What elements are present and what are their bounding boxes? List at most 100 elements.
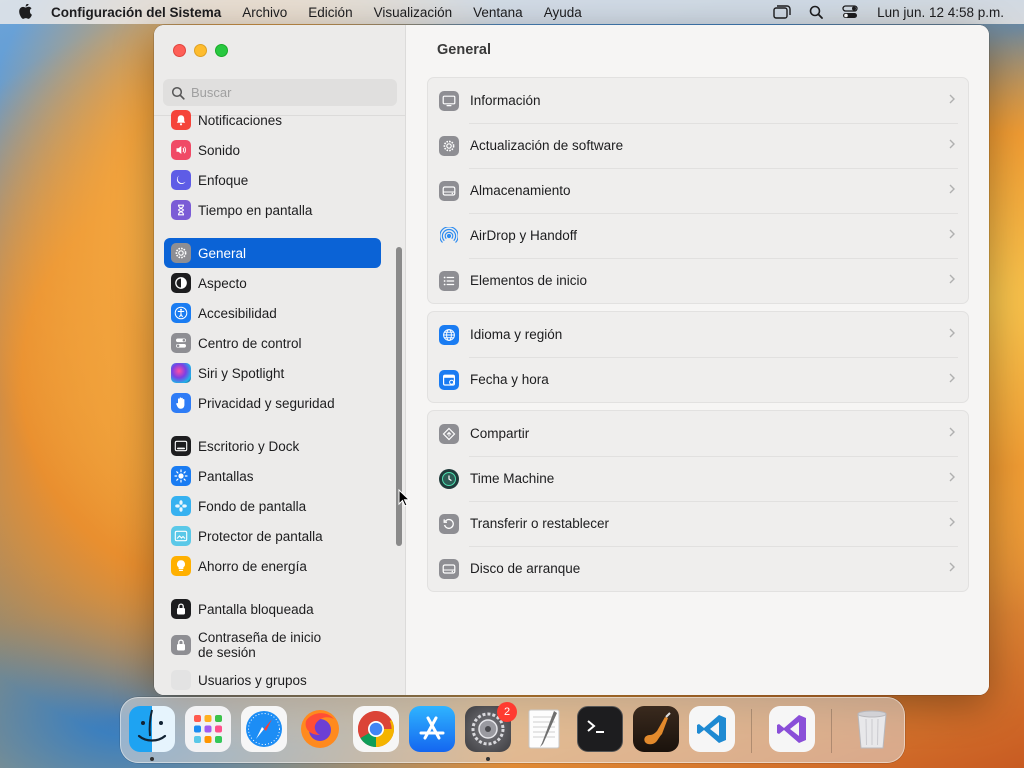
content-pane: General Información Actualización de sof… — [406, 25, 989, 695]
visual-studio-icon[interactable] — [769, 706, 815, 752]
sidebar-item-aspecto[interactable]: Aspecto — [164, 268, 381, 298]
sidebar-item-ahorro-de-energia[interactable]: Ahorro de energía — [164, 551, 381, 581]
close-button[interactable] — [173, 44, 186, 57]
row-transferir-o-restablecer[interactable]: Transferir o restablecer — [428, 501, 968, 546]
notification-badge: 2 — [497, 702, 517, 722]
menu-edicion[interactable]: Edición — [308, 5, 352, 20]
globe-icon — [439, 324, 459, 345]
lock-icon — [171, 599, 191, 619]
list-icon — [439, 270, 459, 291]
siri-icon — [171, 363, 191, 383]
sidebar-item-label-line2: de sesión — [198, 645, 256, 660]
apple-menu-icon[interactable] — [17, 3, 35, 21]
settings-group-3: Compartir Time Machine Transferir o rest… — [427, 410, 969, 592]
chevron-right-icon — [948, 93, 958, 107]
sidebar-item-notificaciones[interactable]: Notificaciones — [164, 105, 381, 135]
chevron-right-icon — [948, 273, 958, 287]
safari-icon[interactable] — [241, 706, 287, 752]
search-field[interactable] — [163, 79, 397, 106]
dock-separator — [831, 709, 832, 753]
row-label: Información — [470, 93, 541, 108]
row-disco-de-arranque[interactable]: Disco de arranque — [428, 546, 968, 591]
storage-icon — [439, 180, 459, 201]
sidebar: Notificaciones Sonido Enfoque Tiempo en … — [154, 25, 406, 695]
disk-icon — [439, 558, 459, 579]
finder-running-indicator — [150, 757, 154, 761]
sidebar-item-contrasena-de-inicio-de-sesion[interactable]: Contraseña de inicio de sesión — [164, 628, 381, 662]
row-fecha-y-hora[interactable]: Fecha y hora — [428, 357, 968, 402]
row-almacenamiento[interactable]: Almacenamiento — [428, 168, 968, 213]
sidebar-item-escritorio-y-dock[interactable]: Escritorio y Dock — [164, 431, 381, 461]
sidebar-item-centro-de-control[interactable]: Centro de control — [164, 328, 381, 358]
sidebar-item-enfoque[interactable]: Enfoque — [164, 165, 381, 195]
menu-ventana[interactable]: Ventana — [473, 5, 523, 20]
row-elementos-de-inicio[interactable]: Elementos de inicio — [428, 258, 968, 303]
menu-visualizacion[interactable]: Visualización — [374, 5, 453, 20]
sidebar-item-pantallas[interactable]: Pantallas — [164, 461, 381, 491]
sidebar-item-fondo-de-pantalla[interactable]: Fondo de pantalla — [164, 491, 381, 521]
chevron-right-icon — [948, 471, 958, 485]
row-label: AirDrop y Handoff — [470, 228, 578, 243]
gear-icon — [171, 243, 191, 263]
garageband-icon[interactable] — [633, 706, 679, 752]
sidebar-item-tiempo-en-pantalla[interactable]: Tiempo en pantalla — [164, 195, 381, 225]
sidebar-item-pantalla-bloqueada[interactable]: Pantalla bloqueada — [164, 594, 381, 624]
sidebar-item-general[interactable]: General — [164, 238, 381, 268]
appearance-icon — [171, 273, 191, 293]
users-icon — [171, 670, 191, 690]
screen-mirroring-icon[interactable] — [773, 3, 791, 21]
row-idioma-y-region[interactable]: Idioma y región — [428, 312, 968, 357]
bulb-icon — [171, 556, 191, 576]
row-label: Compartir — [470, 426, 530, 441]
app-name-menu[interactable]: Configuración del Sistema — [51, 5, 221, 20]
sidebar-item-usuarios-y-grupos[interactable]: Usuarios y grupos — [164, 665, 381, 695]
firefox-icon[interactable] — [297, 706, 343, 752]
zoom-button[interactable] — [215, 44, 228, 57]
chevron-right-icon — [948, 327, 958, 341]
app-store-icon[interactable] — [409, 706, 455, 752]
settings-group-1: Información Actualización de software Al… — [427, 77, 969, 304]
row-label: Disco de arranque — [470, 561, 581, 576]
system-settings-window: Notificaciones Sonido Enfoque Tiempo en … — [154, 25, 989, 695]
display-icon — [439, 90, 459, 111]
dock-separator — [751, 709, 752, 753]
row-label: Almacenamiento — [470, 183, 571, 198]
row-airdrop-y-handoff[interactable]: AirDrop y Handoff — [428, 213, 968, 258]
chevron-right-icon — [948, 228, 958, 242]
row-compartir[interactable]: Compartir — [428, 411, 968, 456]
row-label: Time Machine — [470, 471, 555, 486]
sidebar-item-privacidad-y-seguridad[interactable]: Privacidad y seguridad — [164, 388, 381, 418]
menu-ayuda[interactable]: Ayuda — [544, 5, 582, 20]
chevron-right-icon — [948, 183, 958, 197]
vscode-icon[interactable] — [689, 706, 735, 752]
menu-bar: Configuración del Sistema Archivo Edició… — [0, 0, 1024, 24]
screensaver-icon — [171, 526, 191, 546]
terminal-icon[interactable] — [577, 706, 623, 752]
search-input[interactable] — [191, 85, 391, 100]
chrome-icon[interactable] — [353, 706, 399, 752]
sidebar-item-siri-y-spotlight[interactable]: Siri y Spotlight — [164, 358, 381, 388]
launchpad-icon[interactable] — [185, 706, 231, 752]
menu-bar-clock[interactable]: Lun jun. 12 4:58 p.m. — [877, 5, 1004, 20]
row-label: Actualización de software — [470, 138, 624, 153]
mouse-cursor-icon — [398, 489, 410, 507]
trash-icon[interactable] — [849, 706, 895, 752]
minimize-button[interactable] — [194, 44, 207, 57]
row-actualizacion-de-software[interactable]: Actualización de software — [428, 123, 968, 168]
menu-archivo[interactable]: Archivo — [242, 5, 287, 20]
row-informacion[interactable]: Información — [428, 78, 968, 123]
chevron-right-icon — [948, 426, 958, 440]
moon-icon — [171, 170, 191, 190]
sidebar-item-protector-de-pantalla[interactable]: Protector de pantalla — [164, 521, 381, 551]
time-machine-icon — [439, 468, 459, 489]
sidebar-item-accesibilidad[interactable]: Accesibilidad — [164, 298, 381, 328]
toggles-icon — [171, 333, 191, 353]
row-label: Fecha y hora — [470, 372, 549, 387]
dock: 2 — [120, 697, 905, 763]
textedit-icon[interactable] — [521, 706, 567, 752]
row-time-machine[interactable]: Time Machine — [428, 456, 968, 501]
control-center-icon[interactable] — [841, 3, 859, 21]
spotlight-search-icon[interactable] — [807, 3, 825, 21]
finder-icon[interactable] — [129, 706, 175, 752]
sidebar-item-sonido[interactable]: Sonido — [164, 135, 381, 165]
